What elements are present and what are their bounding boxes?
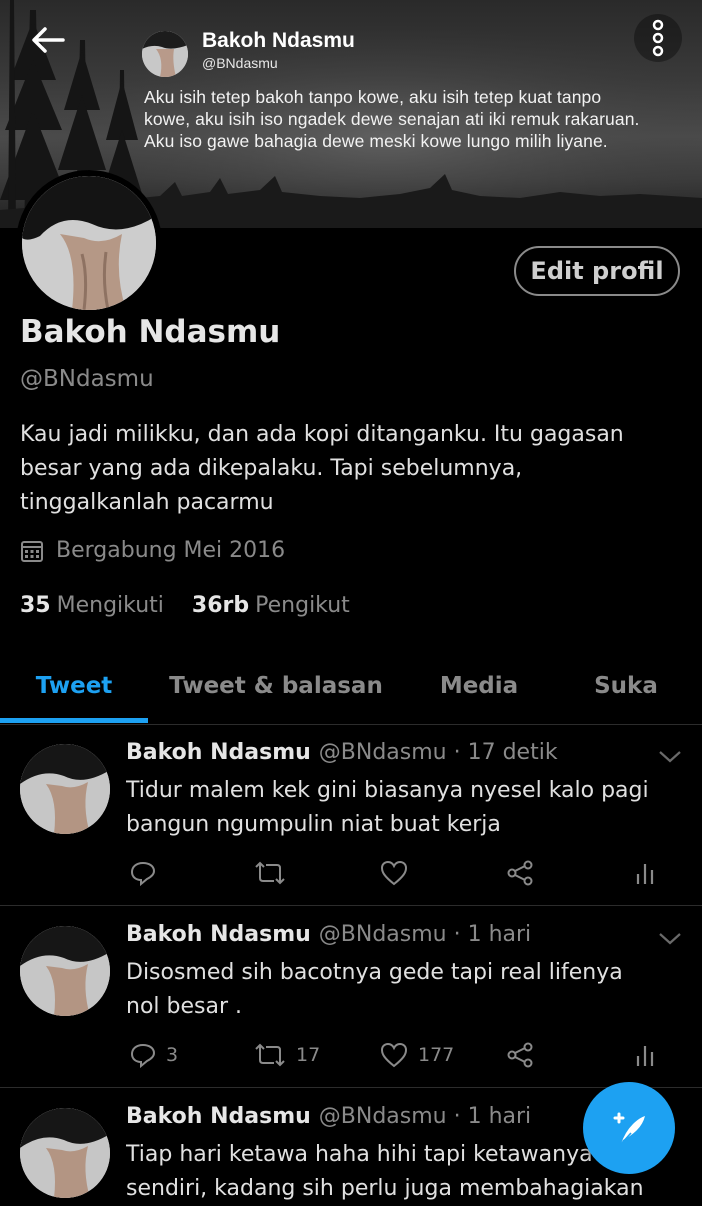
share-icon [507,1042,533,1068]
tab-likes[interactable]: Suka [570,650,682,722]
active-tab-indicator [0,718,148,723]
followers-stat[interactable]: 36rb Pengikut [192,593,350,618]
tweet-header: Bakoh Ndasmu @BNdasmu · 1 hari [126,922,531,947]
like-button[interactable]: 177 [380,1042,454,1068]
tweet-author-handle: @BNdasmu · 1 hari [318,922,532,947]
tweet-author-name: Bakoh Ndasmu [126,740,311,765]
chevron-down-icon[interactable] [656,748,684,766]
tab-media[interactable]: Media [420,650,538,722]
retweet-button[interactable]: 17 [254,1042,320,1068]
joined-label: Bergabung Mei 2016 [56,538,286,563]
tweet-item[interactable]: Bakoh Ndasmu @BNdasmu · 17 detik Tidur ma… [0,724,702,906]
tweet-header: Bakoh Ndasmu @BNdasmu · 1 hari [126,1104,531,1129]
heart-icon [380,860,408,886]
retweet-count: 17 [296,1044,321,1066]
joined-date: Bergabung Mei 2016 [20,538,285,563]
follow-stats: 35 Mengikuti 36rb Pengikut [20,593,350,618]
tweet-text-line: sendiri, kadang sih perlu juga membahagi… [126,1176,644,1201]
tweet-avatar[interactable] [20,926,110,1016]
reply-icon [130,861,156,886]
back-button[interactable] [22,18,74,62]
reply-icon [130,1043,156,1068]
tweet-author-name: Bakoh Ndasmu [126,922,311,947]
share-icon [507,860,533,886]
tweet-item[interactable]: Bakoh Ndasmu @BNdasmu · 1 hari Disosmed s… [0,906,702,1088]
tweet-header: Bakoh Ndasmu @BNdasmu · 17 detik [126,740,558,765]
profile-bio: Kau jadi milikku, dan ada kopi ditangank… [20,422,624,515]
tweet-text-line: Disosmed sih bacotnya gede tapi real lif… [126,960,623,985]
reply-count: 3 [166,1044,179,1066]
arrow-left-icon [32,27,65,53]
reply-button[interactable]: 3 [130,1042,178,1068]
analytics-icon [636,1046,654,1066]
header-handle: @BNdasmu [202,55,278,71]
following-stat[interactable]: 35 Mengikuti [20,593,164,618]
tweet-text-line: nol besar . [126,994,242,1019]
share-button[interactable] [506,1042,534,1068]
followers-count: 36rb [191,593,250,618]
compose-tweet-icon [613,1112,645,1145]
analytics-button[interactable] [634,1042,656,1068]
heart-icon [380,1042,408,1068]
tweet-author-handle: @BNdasmu · 17 detik [318,740,558,765]
more-options-button[interactable] [634,14,682,62]
edit-profile-button[interactable]: Edit profil [514,246,680,296]
following-count: 35 [20,593,51,618]
banner-text: Aku isih tetep bakoh tanpo kowe, aku isi… [144,87,640,151]
compose-tweet-button[interactable] [583,1082,675,1174]
share-button[interactable] [506,860,534,886]
retweet-icon [255,861,285,885]
tab-tweet-replies[interactable]: Tweet & balasan [160,650,392,722]
retweet-icon [255,1043,285,1067]
profile-tabs: Tweet Tweet & balasan Media Suka [0,650,702,725]
header-name: Bakoh Ndasmu [202,29,355,52]
analytics-button[interactable] [634,860,656,886]
like-button[interactable] [380,860,418,886]
profile-avatar[interactable] [16,170,162,316]
tweet-text-line: bangun ngumpulin niat buat kerja [126,812,501,837]
more-vertical-icon [652,19,664,57]
following-label: Mengikuti [56,593,164,618]
tweet-author-handle: @BNdasmu · 1 hari [318,1104,532,1129]
retweet-button[interactable] [254,860,296,886]
tweet-avatar[interactable] [20,1108,110,1198]
tweet-text-line: Tidur malem kek gini biasanya nyesel kal… [126,778,649,803]
analytics-icon [636,864,654,884]
like-count: 177 [418,1044,455,1066]
reply-button[interactable] [130,860,166,886]
calendar-icon [21,540,43,562]
profile-name: Bakoh Ndasmu [20,314,281,350]
profile-handle: @BNdasmu [20,366,154,392]
followers-label: Pengikut [255,593,350,618]
tab-tweet[interactable]: Tweet [0,650,148,722]
tweet-avatar[interactable] [20,744,110,834]
header-avatar [142,31,188,77]
tweet-author-name: Bakoh Ndasmu [126,1104,311,1129]
chevron-down-icon[interactable] [656,930,684,948]
